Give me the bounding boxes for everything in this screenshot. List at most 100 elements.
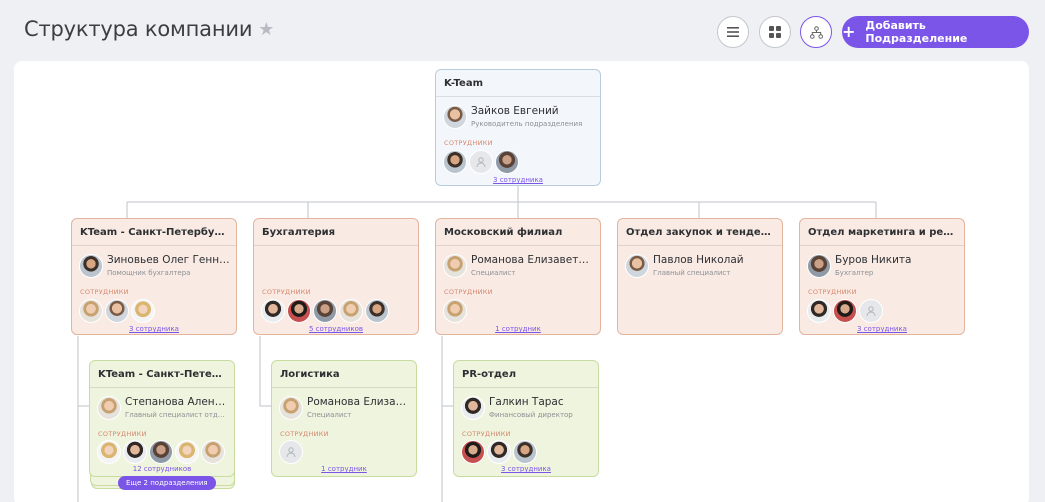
employees-label: СОТРУДНИКИ — [98, 430, 147, 438]
employee-avatars — [443, 299, 467, 323]
user-icon — [866, 306, 876, 317]
employees-label: СОТРУДНИКИ — [280, 430, 329, 438]
avatar[interactable] — [97, 440, 121, 464]
employee-avatars — [461, 440, 537, 464]
head-name: Романова Елизав... — [307, 396, 410, 408]
employee-count-link[interactable]: 5 сотрудников — [254, 325, 418, 333]
avatar[interactable] — [339, 299, 363, 323]
avatar — [443, 105, 467, 129]
more-subdepartments-badge[interactable]: Еще 2 подразделения — [118, 476, 216, 490]
head-role: Финансовый директор — [489, 411, 573, 419]
employees-label: СОТРУДНИКИ — [444, 288, 493, 296]
department-title: Отдел маркетинга и рекламы — [800, 219, 964, 246]
department-card[interactable]: Отдел маркетинга и рекламы Буров Никита … — [799, 218, 965, 335]
department-title: KTeam - Санкт-Петербургск... — [72, 219, 236, 246]
department-title: Отдел закупок и тендеров — [618, 219, 782, 246]
department-title: PR-отдел — [454, 361, 598, 388]
subdepartment-card[interactable]: KTeam - Санкт-Петербу... Степанова Алена… — [89, 360, 235, 477]
avatar[interactable] — [261, 299, 285, 323]
head-name: Зайков Евгений — [471, 105, 559, 117]
head-name: Галкин Тарас — [489, 396, 564, 408]
subdepartment-card[interactable]: Логистика Романова Елизав... Специалист … — [271, 360, 417, 477]
avatar[interactable] — [131, 299, 155, 323]
employees-label: СОТРУДНИКИ — [262, 288, 311, 296]
head-name: Степанова Алена ... — [125, 396, 228, 408]
department-card[interactable]: Московский филиал Романова Елизавета ...… — [435, 218, 601, 335]
grid-view-button[interactable] — [759, 16, 791, 48]
user-icon — [476, 157, 486, 168]
avatar[interactable] — [201, 440, 225, 464]
page-title: Структура компании ★ — [24, 17, 274, 41]
avatar[interactable] — [313, 299, 337, 323]
avatar — [97, 396, 121, 420]
employee-count: 12 сотрудников — [132, 465, 192, 473]
avatar[interactable] — [365, 299, 389, 323]
employee-avatars — [79, 299, 155, 323]
user-icon — [286, 447, 296, 458]
avatar[interactable] — [461, 440, 485, 464]
department-card-root[interactable]: K-Team Зайков Евгений Руководитель подра… — [435, 69, 601, 186]
avatar[interactable] — [487, 440, 511, 464]
employee-count-link[interactable]: 1 сотрудник — [436, 325, 600, 333]
department-title: K-Team — [436, 70, 600, 97]
employees-label: СОТРУДНИКИ — [80, 288, 129, 296]
list-icon — [727, 27, 739, 37]
employee-avatars — [261, 299, 389, 323]
department-title: Московский филиал — [436, 219, 600, 246]
head-role: Главный специалист отдела ... — [125, 411, 228, 419]
employee-count-link[interactable]: 3 сотрудника — [72, 325, 236, 333]
avatar[interactable] — [513, 440, 537, 464]
avatar[interactable] — [287, 299, 311, 323]
avatar[interactable] — [443, 150, 467, 174]
grid-icon — [769, 26, 781, 38]
department-title: Логистика — [272, 361, 416, 388]
list-view-button[interactable] — [717, 16, 749, 48]
head-role: Помощник бухгалтера — [107, 269, 191, 277]
add-department-label: Добавить Подразделение — [865, 19, 968, 45]
star-icon[interactable]: ★ — [258, 19, 274, 40]
head-name: Романова Елизавета ... — [471, 254, 594, 266]
head-name: Буров Никита — [835, 254, 912, 266]
employee-avatars — [97, 440, 225, 464]
avatar[interactable] — [807, 299, 831, 323]
employees-label: СОТРУДНИКИ — [444, 139, 493, 147]
department-title: KTeam - Санкт-Петербу... — [90, 361, 234, 388]
employees-label: СОТРУДНИКИ — [462, 430, 511, 438]
head-name: Зиновьев Олег Генна... — [107, 254, 230, 266]
org-chart-icon — [809, 25, 823, 39]
avatar[interactable] — [495, 150, 519, 174]
plus-icon: + — [842, 22, 856, 41]
subdepartment-card[interactable]: PR-отдел Галкин Тарас Финансовый директо… — [453, 360, 599, 477]
add-department-button[interactable]: + Добавить Подразделение — [842, 16, 1029, 48]
head-role: Специалист — [307, 411, 352, 419]
avatar[interactable] — [443, 299, 467, 323]
avatar[interactable] — [105, 299, 129, 323]
employees-label: СОТРУДНИКИ — [808, 288, 857, 296]
employee-count-link[interactable]: 3 сотрудника — [454, 465, 598, 473]
employee-count-link[interactable]: 3 сотрудника — [800, 325, 964, 333]
avatar[interactable] — [79, 299, 103, 323]
department-card[interactable]: KTeam - Санкт-Петербургск... Зиновьев Ол… — [71, 218, 237, 335]
head-name: Павлов Николай — [653, 254, 744, 266]
avatar[interactable] — [149, 440, 173, 464]
avatar[interactable] — [833, 299, 857, 323]
org-chart-canvas[interactable]: K-Team Зайков Евгений Руководитель подра… — [14, 61, 1029, 502]
tree-view-button[interactable] — [800, 16, 832, 48]
avatar — [461, 396, 485, 420]
avatar — [625, 254, 649, 278]
employee-avatars — [279, 440, 303, 464]
avatar-placeholder[interactable] — [859, 299, 883, 323]
head-role: Специалист — [471, 269, 516, 277]
employee-avatars — [443, 150, 519, 174]
avatar[interactable] — [123, 440, 147, 464]
avatar — [279, 396, 303, 420]
page-title-text: Структура компании — [24, 17, 253, 41]
employee-count-link[interactable]: 3 сотрудника — [436, 176, 600, 184]
avatar[interactable] — [175, 440, 199, 464]
employee-count-link[interactable]: 1 сотрудник — [272, 465, 416, 473]
avatar-placeholder[interactable] — [469, 150, 493, 174]
employee-avatars — [807, 299, 883, 323]
department-card[interactable]: Отдел закупок и тендеров Павлов Николай … — [617, 218, 783, 335]
department-card[interactable]: Бухгалтерия СОТРУДНИКИ 5 сотрудников — [253, 218, 419, 335]
avatar-placeholder[interactable] — [279, 440, 303, 464]
